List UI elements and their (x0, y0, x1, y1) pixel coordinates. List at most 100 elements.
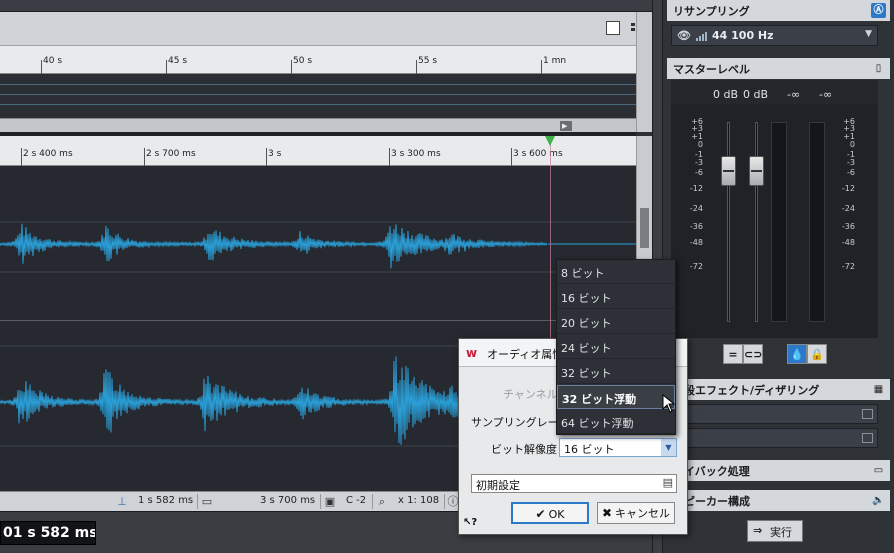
speaker-config-header[interactable]: スピーカー構成 🔈 (667, 490, 890, 511)
level-meter-right (809, 122, 825, 322)
db-scale-label: 0 (697, 140, 703, 149)
fader-left-handle[interactable] (721, 156, 736, 186)
ruler-tick-label: 50 s (293, 56, 313, 66)
ruler-tick-label: 2 s 400 ms (23, 149, 73, 159)
channel-icon: ▣ (324, 495, 336, 508)
top-strip (0, 0, 652, 12)
ruler-tick-label: 55 s (418, 56, 438, 66)
bypass-eye-icon[interactable]: 👁 (677, 29, 691, 42)
main-scroll-thumb[interactable] (640, 208, 649, 248)
status-separator (197, 494, 198, 509)
resample-rate-value: 44 100 Hz (712, 29, 774, 42)
maximize-icon[interactable] (606, 21, 620, 35)
final-effects-header[interactable]: 終段エフェクト/ディザリング ▦ (667, 379, 890, 400)
db-scale-label: -12 (841, 184, 855, 193)
bitdepth-option[interactable]: 64 ビット浮動 (557, 410, 675, 434)
ruler-tick-label: 3 s 600 ms (513, 149, 563, 159)
db-scale-label: -3 (847, 158, 855, 167)
bitdepth-option[interactable]: 8 ビット (557, 260, 675, 284)
resample-rate-select[interactable]: 👁 44 100 Hz ▼ (671, 25, 878, 46)
cancel-button[interactable]: ✖ キャンセル (597, 502, 675, 524)
peak-left-readout: -∞ (787, 88, 801, 101)
peak-right-readout: -∞ (819, 88, 833, 101)
cursor-position[interactable]: 1 s 582 ms (138, 495, 193, 506)
db-scale-right: +6 +3 +1 0 -1 -3 -6 -12 -24 -36 -48 -72 (835, 104, 855, 338)
mouse-pointer-icon (662, 394, 676, 413)
cursor-position-icon: ⊥ (117, 495, 127, 508)
grid-icon[interactable]: ▦ (871, 382, 886, 397)
slot-window-icon[interactable] (862, 409, 873, 419)
samplerate-label: サンプリングレート (471, 416, 570, 429)
master-level-meter: 0 dB 0 dB -∞ -∞ +6 +3 +1 0 -1 -3 -6 -12 -24 -36 -4… (671, 80, 878, 338)
status-separator (320, 494, 321, 509)
channel-value[interactable]: C -2 (346, 495, 366, 506)
speaker-icon[interactable]: 🔈 (871, 493, 886, 508)
overview-track[interactable] (0, 74, 636, 118)
bitdepth-option[interactable]: 32 ビット (557, 360, 675, 384)
selection-length[interactable]: 3 s 700 ms (260, 495, 315, 506)
scroll-right-icon[interactable]: ▶ (562, 122, 567, 130)
zoom-value[interactable]: x 1: 108 (398, 495, 439, 506)
fader-right-handle[interactable] (749, 156, 764, 186)
ok-button[interactable]: ✔ OK (511, 502, 589, 524)
ruler-tick-label: 45 s (168, 56, 188, 66)
db-scale-label: 0 (849, 140, 855, 149)
dither-drop-icon[interactable]: 💧 (787, 344, 807, 364)
overview-vscroll[interactable] (636, 12, 652, 132)
final-effects-title: 終段エフェクト/ディザリング (673, 384, 820, 397)
resample-power-icon[interactable]: Ⓐ (871, 3, 886, 18)
preset-menu-icon[interactable]: ▤ (663, 476, 673, 489)
preset-value: 初期設定 (476, 479, 520, 492)
panel-toggle-icon[interactable]: ▯ (871, 61, 886, 76)
bitdepth-option[interactable]: 32 ビット浮動 (557, 385, 675, 409)
cancel-label: キャンセル (615, 507, 671, 520)
editor-toolbar (0, 12, 652, 46)
cursor-marker-icon[interactable] (545, 136, 555, 146)
master-level-header[interactable]: マスターレベル ▯ (667, 58, 890, 79)
bitdepth-option[interactable]: 20 ビット (557, 310, 675, 334)
length-ruler-icon: ▭ (201, 495, 213, 508)
lock-icon[interactable]: 🔒 (807, 344, 827, 364)
overview-hscroll[interactable]: ▶ (0, 118, 636, 132)
effect-slot-2[interactable] (671, 428, 878, 448)
zoom-magnifier-icon: ⌕ (378, 495, 386, 508)
close-icon: ✖ (601, 506, 613, 520)
db-scale-label: -12 (689, 184, 703, 193)
overview-line (0, 84, 636, 85)
run-button[interactable]: ⇒ 実行 (747, 520, 803, 542)
status-separator (444, 494, 445, 509)
db-scale-label: -48 (689, 238, 703, 247)
effect-slot-1[interactable] (671, 404, 878, 424)
bitdepth-select[interactable]: 16 ビット ▼ (559, 438, 677, 457)
bitdepth-label: ビット解像度 (491, 443, 557, 456)
ruler-tick (416, 60, 417, 74)
db-scale-label: -36 (689, 222, 703, 231)
ruler-tick (21, 148, 22, 166)
playback-processing-header[interactable]: レイバック処理 ▭ (667, 460, 890, 481)
chevron-down-icon[interactable]: ▼ (661, 439, 676, 456)
help-cursor-icon[interactable]: ↖? (463, 517, 477, 528)
bitdepth-option[interactable]: 24 ビット (557, 335, 675, 359)
check-icon: ✔ (535, 507, 546, 521)
preset-field[interactable]: 初期設定 ▤ (471, 474, 677, 493)
ruler-tick-label: 3 s 300 ms (391, 149, 441, 159)
dropdown-arrow-icon: ▼ (865, 29, 872, 39)
main-ruler[interactable]: 2 s 400 ms 2 s 700 ms 3 s 3 s 300 ms 3 s… (0, 136, 636, 166)
ruler-tick-label: 1 mn (543, 56, 567, 66)
db-scale-label: -6 (695, 168, 703, 177)
monitor-icon[interactable]: ▭ (871, 463, 886, 478)
overview-ruler[interactable]: 40 s 45 s 50 s 55 s 1 mn (0, 46, 636, 74)
level-meter-left (771, 122, 787, 322)
ruler-tick (511, 148, 512, 166)
chain-link-icon[interactable]: ⊂⊃ (743, 344, 763, 364)
dialog-title: オーディオ属性 (487, 348, 564, 361)
resample-header[interactable]: リサンプリング Ⓐ (667, 0, 890, 21)
db-scale-left: +6 +3 +1 0 -1 -3 -6 -12 -24 -36 -48 -72 (683, 104, 703, 338)
overview-line (0, 104, 636, 105)
time-display[interactable]: 01 s 582 ms (0, 521, 96, 545)
bitdepth-option[interactable]: 16 ビット (557, 285, 675, 309)
link-equal-icon[interactable]: = (723, 344, 743, 364)
slot-window-icon[interactable] (862, 433, 873, 443)
ruler-tick (144, 148, 145, 166)
db-scale-label: -72 (689, 262, 703, 271)
